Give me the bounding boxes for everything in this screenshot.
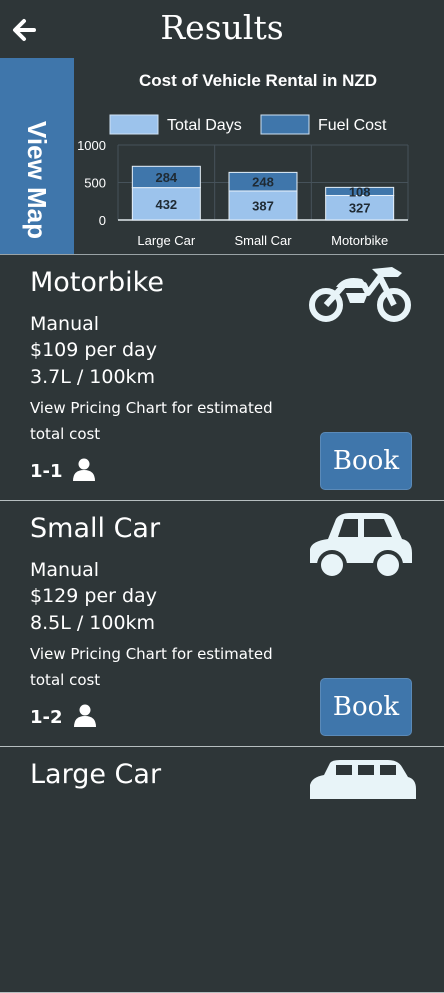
fuel-economy: 3.7L / 100km bbox=[30, 366, 156, 388]
x-tick-label: Small Car bbox=[234, 233, 292, 248]
vehicle-card-motorbike: Motorbike Manual $109 per day 3.7L / 100… bbox=[0, 255, 444, 501]
rental-cost-chart: Cost of Vehicle Rental in NZD Total Days F… bbox=[77, 71, 409, 248]
transmission: Manual bbox=[30, 559, 100, 581]
page-title: Results bbox=[160, 8, 284, 47]
y-tick-label: 1000 bbox=[77, 138, 106, 153]
vehicle-name: Large Car bbox=[30, 759, 162, 790]
legend-label-1: Total Days bbox=[167, 117, 242, 134]
person-icon bbox=[73, 458, 95, 481]
legend-swatch-1 bbox=[109, 114, 159, 135]
pricing-note: View Pricing Chart for estimated total c… bbox=[30, 399, 273, 443]
vehicle-card-small-car: Small Car Manual $129 per day 8.5L / 100… bbox=[0, 501, 444, 747]
passenger-count: 1-1 bbox=[30, 461, 63, 482]
price: $109 per day bbox=[30, 339, 157, 361]
legend-swatch-2 bbox=[260, 114, 310, 135]
motorbike-icon bbox=[309, 267, 411, 322]
bar-data-label: 387 bbox=[252, 198, 274, 213]
large-car-icon bbox=[310, 760, 416, 799]
y-tick-label: 500 bbox=[84, 176, 106, 191]
transmission: Manual bbox=[30, 313, 100, 335]
view-map-label: View Map bbox=[22, 121, 52, 240]
pricing-note: View Pricing Chart for estimated total c… bbox=[30, 645, 273, 689]
person-icon bbox=[74, 704, 96, 727]
passenger-count: 1-2 bbox=[30, 707, 63, 728]
legend-label-2: Fuel Cost bbox=[318, 117, 387, 134]
book-button[interactable]: Book bbox=[320, 678, 412, 736]
x-tick-label: Motorbike bbox=[331, 233, 388, 248]
small-car-icon bbox=[310, 513, 412, 580]
bar-data-label: 284 bbox=[155, 170, 177, 185]
y-tick-label: 0 bbox=[99, 213, 106, 228]
x-tick-label: Large Car bbox=[137, 233, 195, 248]
vehicle-name: Small Car bbox=[30, 513, 161, 544]
bar-data-label: 248 bbox=[252, 175, 274, 190]
chart-title: Cost of Vehicle Rental in NZD bbox=[139, 71, 377, 90]
vehicle-name: Motorbike bbox=[30, 267, 164, 298]
chart-panel: View Map Cost of Vehicle Rental in NZD To… bbox=[0, 58, 444, 255]
bar-data-label: 108 bbox=[349, 184, 371, 199]
bar-data-label: 432 bbox=[155, 197, 177, 212]
book-button[interactable]: Book bbox=[320, 432, 412, 490]
bar-data-label: 327 bbox=[349, 201, 371, 216]
fuel-economy: 8.5L / 100km bbox=[30, 612, 156, 634]
header: Results bbox=[0, 0, 444, 58]
vehicle-card-large-car: Large Car bbox=[0, 747, 444, 993]
price: $129 per day bbox=[30, 585, 157, 607]
view-map-button[interactable]: View Map bbox=[0, 58, 74, 254]
